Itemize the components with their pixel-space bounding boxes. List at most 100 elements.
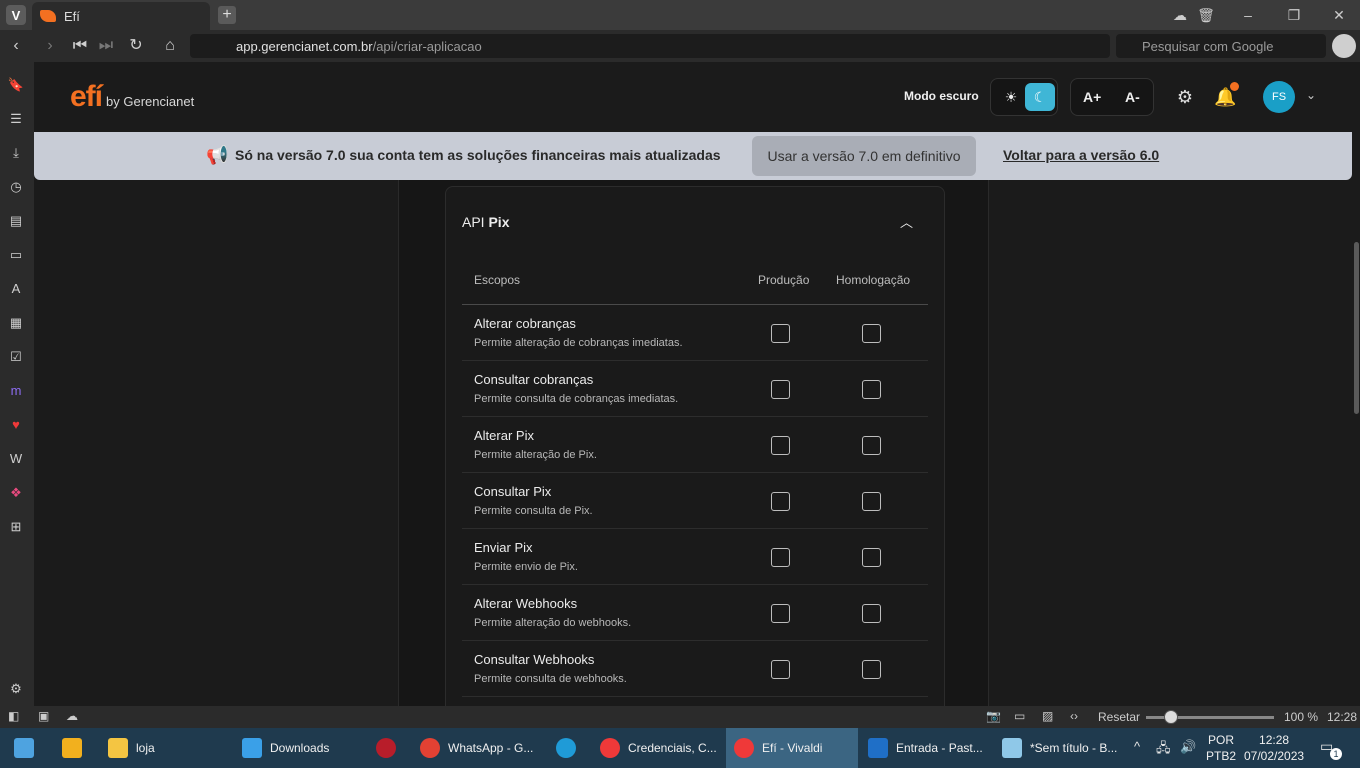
chevron-down-icon[interactable]: ⌄: [1306, 88, 1316, 102]
images-icon[interactable]: ▨: [1042, 709, 1053, 723]
tab-tiling-icon[interactable]: ▣: [38, 709, 49, 723]
new-tab-button[interactable]: +: [218, 6, 236, 24]
minimize-button[interactable]: –: [1236, 4, 1260, 26]
volume-icon[interactable]: 🔊: [1180, 739, 1196, 755]
back-button[interactable]: ‹: [6, 36, 26, 56]
taskbar-item-entrada[interactable]: Entrada - Past...: [868, 728, 994, 768]
scrollbar-thumb[interactable]: [1354, 242, 1359, 414]
back-to-version-6-link[interactable]: Voltar para a versão 6.0: [1003, 147, 1159, 163]
taskbar-item-sem-titulo[interactable]: *Sem título - B...: [1002, 728, 1126, 768]
home-button[interactable]: ⌂: [160, 36, 180, 56]
font-decrease-button[interactable]: A-: [1125, 89, 1140, 105]
taskbar-label: Entrada - Past...: [896, 741, 983, 755]
capture-icon[interactable]: 📷: [986, 709, 1001, 723]
settings-icon[interactable]: ⚙: [7, 680, 25, 698]
production-checkbox[interactable]: [771, 380, 790, 399]
production-checkbox[interactable]: [771, 324, 790, 343]
taskbar-item-efi-vivaldi[interactable]: Efí - Vivaldi: [726, 728, 858, 768]
vivaldi-icon[interactable]: ♥: [7, 416, 25, 434]
edge-button[interactable]: [556, 728, 584, 768]
trash-icon[interactable]: 🗑: [1194, 4, 1218, 26]
notes-icon[interactable]: ▤: [7, 212, 25, 230]
wikipedia-icon[interactable]: W: [7, 450, 25, 468]
scope-description: Permite consulta de webhooks.: [474, 673, 627, 685]
homologation-checkbox[interactable]: [862, 660, 881, 679]
chevron-up-icon[interactable]: ︿: [900, 212, 913, 231]
close-window-button[interactable]: ✕: [1327, 4, 1351, 26]
calendar-icon[interactable]: ▦: [7, 314, 25, 332]
windows-taskbar: loja Downloads WhatsApp - G... Credencia…: [0, 728, 1360, 768]
url-field[interactable]: app.gerencianet.com.br/api/criar-aplicac…: [190, 34, 1110, 58]
taskbar-label: Efí - Vivaldi: [762, 741, 823, 755]
homologation-checkbox[interactable]: [862, 492, 881, 511]
homologation-checkbox[interactable]: [862, 436, 881, 455]
taskbar-item-credenciais[interactable]: Credenciais, C...: [600, 728, 724, 768]
scope-title: Consultar Pix: [474, 484, 552, 499]
taskbar-label: WhatsApp - G...: [448, 741, 534, 755]
taskbar-item-downloads[interactable]: Downloads: [242, 728, 362, 768]
tasks-icon[interactable]: ☑: [7, 348, 25, 366]
window-panel-icon[interactable]: ▭: [7, 246, 25, 264]
browser-tab-active[interactable]: Efí: [32, 2, 210, 30]
efi-logo[interactable]: efí by Gerencianet: [70, 80, 194, 114]
gear-icon[interactable]: ⚙: [1174, 86, 1196, 108]
clock-time: 12:28: [1259, 733, 1290, 747]
downloads-icon[interactable]: ⤓: [7, 144, 25, 162]
scope-description: Permite envio de Pix.: [474, 561, 578, 573]
input-language[interactable]: POR PTB2: [1206, 732, 1236, 764]
production-checkbox[interactable]: [771, 548, 790, 567]
production-checkbox[interactable]: [771, 436, 790, 455]
column-header-production: Produção: [758, 273, 810, 287]
moon-icon[interactable]: ☾: [1025, 83, 1055, 111]
reload-button[interactable]: ↻: [126, 36, 146, 56]
window-tiling-icon[interactable]: ▭: [1014, 709, 1025, 723]
network-icon[interactable]: 🖧: [1156, 739, 1171, 761]
chevron-up-icon[interactable]: ^: [1134, 739, 1140, 754]
restore-button[interactable]: ❐: [1282, 4, 1306, 26]
system-clock[interactable]: 12:28 07/02/2023: [1244, 732, 1304, 764]
panel-toggle-icon[interactable]: ◧: [8, 709, 19, 723]
production-checkbox[interactable]: [771, 604, 790, 623]
reading-list-icon[interactable]: ☰: [7, 110, 25, 128]
homologation-checkbox[interactable]: [862, 324, 881, 343]
rewind-button[interactable]: ⏮: [70, 36, 90, 56]
homologation-checkbox[interactable]: [862, 548, 881, 567]
sun-icon[interactable]: ☀: [997, 83, 1025, 111]
mastodon-icon[interactable]: m: [7, 382, 25, 400]
store-button[interactable]: [62, 728, 90, 768]
scope-title: Alterar Webhooks: [474, 596, 578, 611]
sync-cloud-icon[interactable]: ☁: [1168, 4, 1192, 26]
avatar[interactable]: FS: [1263, 81, 1295, 113]
scope-row: Alterar Pix Permite alteração de Pix.: [462, 417, 928, 473]
mail-icon: [868, 738, 888, 758]
translate-icon[interactable]: A: [7, 280, 25, 298]
homologation-checkbox[interactable]: [862, 380, 881, 399]
url-host: app.gerencianet.com.br: [236, 38, 373, 54]
font-increase-button[interactable]: A+: [1083, 89, 1101, 105]
web-panel-icon[interactable]: ❖: [7, 484, 25, 502]
zoom-reset-button[interactable]: Resetar: [1098, 710, 1140, 724]
scope-description: Permite alteração de Pix.: [474, 449, 597, 461]
search-field[interactable]: Pesquisar com Google: [1116, 34, 1326, 58]
scope-title: Consultar cobranças: [474, 372, 594, 387]
homologation-checkbox[interactable]: [862, 604, 881, 623]
taskbar-app-button[interactable]: [376, 728, 404, 768]
sync-status-icon[interactable]: ☁: [66, 709, 78, 723]
production-checkbox[interactable]: [771, 660, 790, 679]
bookmark-icon[interactable]: 🔖: [7, 76, 25, 94]
vivaldi-menu-icon[interactable]: V: [6, 5, 26, 25]
start-button[interactable]: [14, 728, 42, 768]
page-scrollbar[interactable]: [1352, 62, 1360, 706]
add-panel-icon[interactable]: ⊞: [7, 518, 25, 536]
history-icon[interactable]: ◷: [7, 178, 25, 196]
forward-button[interactable]: ›: [40, 36, 60, 56]
production-checkbox[interactable]: [771, 492, 790, 511]
taskbar-item-whatsapp[interactable]: WhatsApp - G...: [420, 728, 550, 768]
zoom-slider-handle[interactable]: [1164, 710, 1178, 724]
use-version-7-button[interactable]: Usar a versão 7.0 em definitivo: [752, 136, 976, 176]
page-actions-icon[interactable]: ‹›: [1070, 709, 1078, 723]
taskbar-item-loja[interactable]: loja: [108, 728, 228, 768]
fast-forward-button[interactable]: ⏭: [96, 36, 116, 56]
card-title[interactable]: API Pix: [462, 214, 509, 230]
profile-avatar[interactable]: [1332, 34, 1356, 58]
